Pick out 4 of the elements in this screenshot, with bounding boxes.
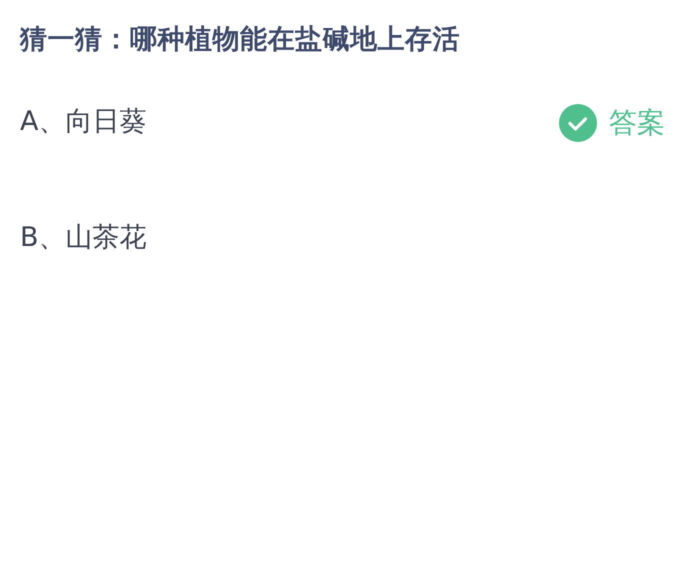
question-title: 猜一猜：哪种植物能在盐碱地上存活 (20, 23, 461, 57)
option-text[interactable]: A、向日葵 (20, 102, 146, 143)
answer-label: 答案 (609, 104, 665, 140)
option-text[interactable]: B、山茶花 (20, 218, 147, 259)
